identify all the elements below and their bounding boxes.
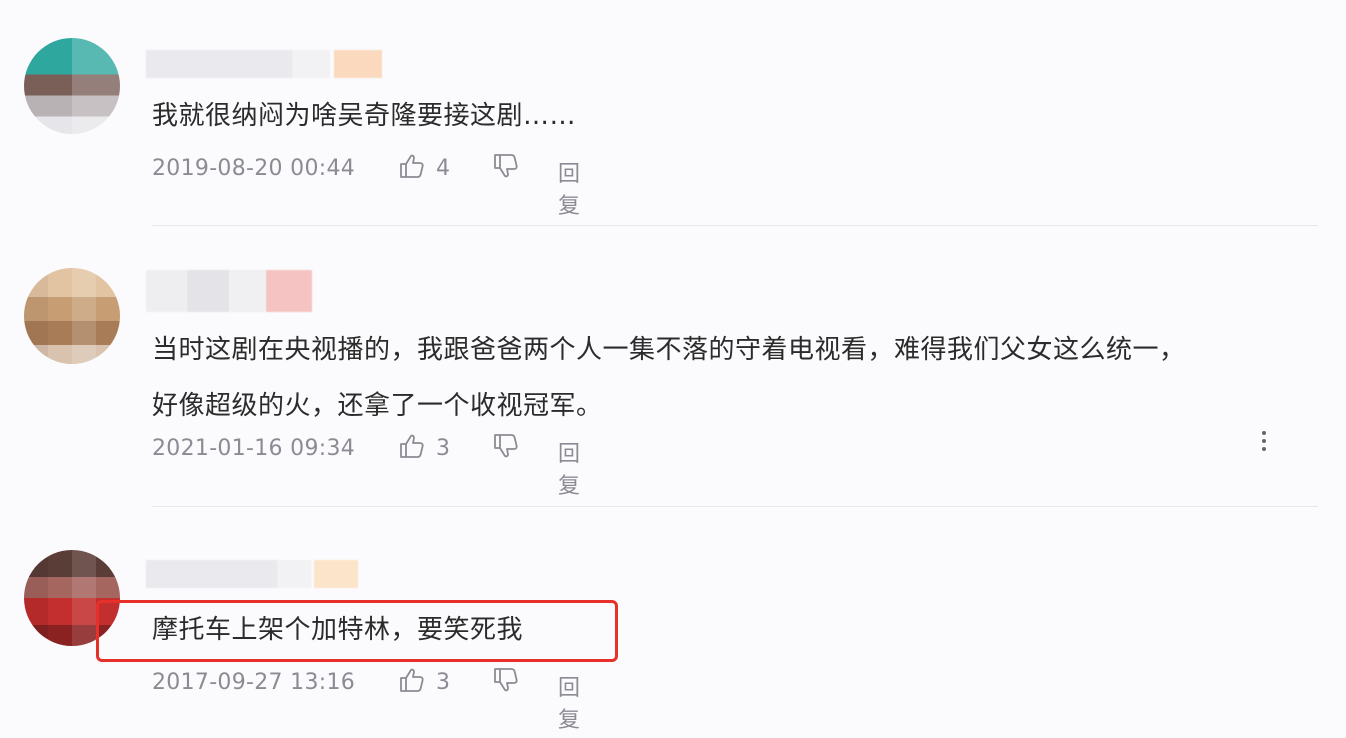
thumbs-up-icon[interactable] — [396, 150, 428, 182]
reply-button[interactable]: 回复 — [558, 436, 580, 500]
avatar[interactable] — [24, 38, 120, 134]
like-count: 3 — [436, 436, 450, 461]
like-count: 3 — [436, 670, 450, 695]
comment-date: 2021-01-16 09:34 — [152, 436, 356, 461]
reply-button[interactable]: 回复 — [558, 670, 580, 734]
reply-button[interactable]: 回复 — [558, 156, 580, 220]
username-blurred[interactable] — [146, 50, 382, 78]
more-vertical-icon[interactable] — [1252, 428, 1276, 456]
thumbs-down-icon[interactable] — [490, 430, 522, 462]
comment-date: 2017-09-27 13:16 — [152, 670, 356, 695]
thumbs-up-icon[interactable] — [396, 430, 428, 462]
thumbs-down-icon[interactable] — [490, 664, 522, 696]
username-blurred[interactable] — [146, 560, 358, 588]
comment-text-line-2: 好像超级的火，还拿了一个收视冠军。 — [152, 391, 603, 421]
thumbs-down-icon[interactable] — [490, 150, 522, 182]
thumbs-up-icon[interactable] — [396, 664, 428, 696]
username-blurred[interactable] — [146, 270, 312, 312]
like-count: 4 — [436, 156, 450, 181]
avatar[interactable] — [24, 268, 120, 364]
divider — [152, 225, 1318, 226]
comment-text-line-1: 当时这剧在央视播的，我跟爸爸两个人一集不落的守着电视看，难得我们父女这么统一， — [152, 335, 1186, 365]
comment-text: 我就很纳闷为啥吴奇隆要接这剧…… — [152, 101, 577, 131]
comment-date: 2019-08-20 00:44 — [152, 156, 356, 181]
highlight-box — [96, 600, 618, 662]
divider — [152, 506, 1318, 507]
